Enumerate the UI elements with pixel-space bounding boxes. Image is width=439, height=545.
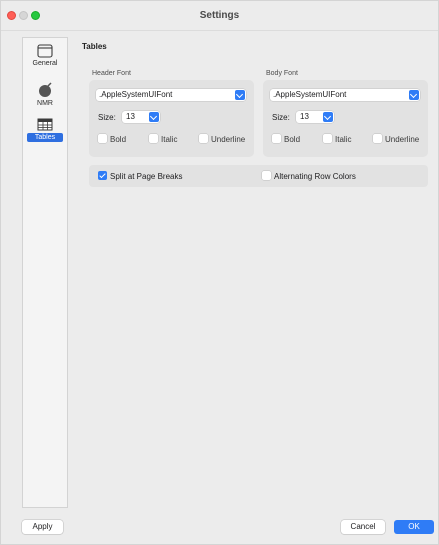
header-font-label: Header Font: [92, 70, 131, 77]
body-font-label: Body Font: [266, 70, 298, 77]
tables-pane: Tables Header Font .AppleSystemUIFont Si…: [70, 37, 438, 508]
body-bold-checkbox[interactable]: Bold: [272, 134, 300, 144]
body-italic-checkbox[interactable]: Italic: [323, 134, 351, 144]
checkbox-label: Underline: [385, 135, 420, 144]
chevron-down-icon: [409, 90, 419, 100]
sidebar-item-tables[interactable]: Tables: [23, 118, 67, 142]
header-font-value: .AppleSystemUIFont: [99, 90, 173, 99]
checkbox-box: [373, 134, 382, 143]
split-page-breaks-checkbox[interactable]: Split at Page Breaks: [98, 171, 182, 181]
section-title: Tables: [82, 42, 107, 51]
table-icon: [37, 118, 53, 131]
checkbox-box: [323, 134, 332, 143]
body-size-select[interactable]: 13: [296, 111, 334, 123]
header-size-select[interactable]: 13: [122, 111, 160, 123]
header-italic-checkbox[interactable]: Italic: [149, 134, 177, 144]
sidebar-item-label: Tables: [27, 133, 63, 142]
settings-window: Settings General NMR Tables Tables Heade…: [0, 0, 439, 545]
header-font-group: .AppleSystemUIFont Size: 13 Bold Italic …: [89, 80, 254, 157]
checkbox-box: [149, 134, 158, 143]
header-size-label: Size:: [98, 113, 116, 122]
header-underline-checkbox[interactable]: Underline: [199, 134, 245, 144]
chevron-down-icon: [235, 90, 245, 100]
checkbox-checked-icon: [98, 171, 107, 180]
checkbox-label: Split at Page Breaks: [110, 172, 183, 181]
body-font-value: .AppleSystemUIFont: [273, 90, 347, 99]
checkbox-box: [98, 134, 107, 143]
sidebar-item-label: General: [32, 60, 58, 67]
checkbox-label: Italic: [161, 135, 178, 144]
sidebar: General NMR Tables: [22, 37, 68, 508]
header-bold-checkbox[interactable]: Bold: [98, 134, 126, 144]
body-underline-checkbox[interactable]: Underline: [373, 134, 419, 144]
body-size-value: 13: [300, 112, 309, 121]
header-font-select[interactable]: .AppleSystemUIFont: [96, 89, 246, 101]
body-size-label: Size:: [272, 113, 290, 122]
sidebar-item-label: NMR: [37, 100, 53, 107]
sidebar-item-nmr[interactable]: NMR: [23, 82, 67, 107]
checkbox-box: [272, 134, 281, 143]
checkbox-label: Bold: [284, 135, 301, 144]
window-icon: [37, 44, 53, 58]
magnet-icon: [39, 82, 52, 97]
alternating-row-colors-checkbox[interactable]: Alternating Row Colors: [262, 171, 356, 181]
chevron-down-icon: [323, 112, 333, 122]
sidebar-item-general[interactable]: General: [23, 44, 67, 67]
checkbox-box: [262, 171, 271, 180]
chevron-down-icon: [149, 112, 159, 122]
table-options-bar: Split at Page Breaks Alternating Row Col…: [89, 165, 428, 187]
header-size-value: 13: [126, 112, 135, 121]
apply-button[interactable]: Apply: [22, 520, 63, 534]
body-font-group: .AppleSystemUIFont Size: 13 Bold Italic …: [263, 80, 428, 157]
footer: Apply Cancel OK: [1, 516, 438, 544]
title-bar: Settings: [1, 1, 438, 31]
cancel-button[interactable]: Cancel: [341, 520, 385, 534]
checkbox-label: Alternating Row Colors: [274, 172, 356, 181]
ok-button[interactable]: OK: [394, 520, 434, 534]
body-font-select[interactable]: .AppleSystemUIFont: [270, 89, 420, 101]
checkbox-label: Underline: [211, 135, 246, 144]
checkbox-label: Italic: [335, 135, 352, 144]
window-title: Settings: [199, 10, 240, 21]
checkbox-label: Bold: [110, 135, 127, 144]
checkbox-box: [199, 134, 208, 143]
